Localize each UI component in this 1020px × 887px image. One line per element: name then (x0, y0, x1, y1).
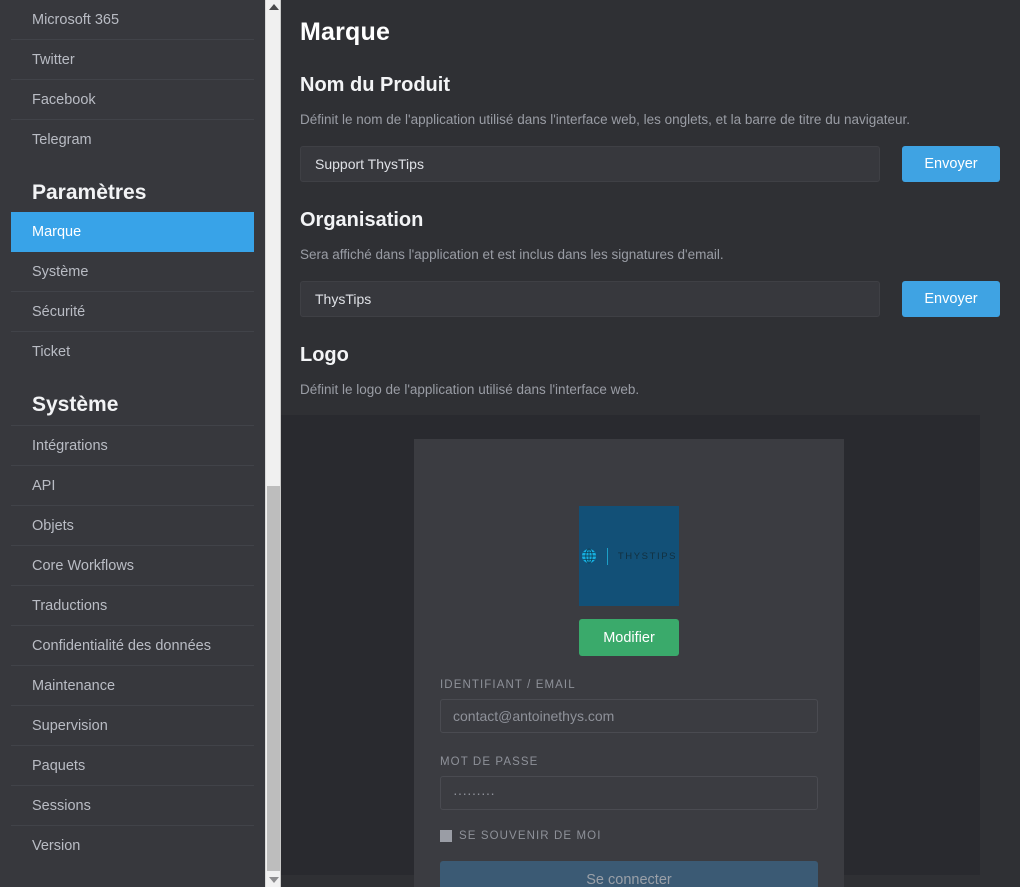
sidebar-item-label: Maintenance (32, 678, 116, 694)
sidebar-item-microsoft-365[interactable]: Microsoft 365 (11, 0, 254, 40)
sidebar-item-telegram[interactable]: Telegram (11, 120, 254, 160)
sidebar-item-sessions[interactable]: Sessions (11, 786, 254, 826)
identifier-input[interactable] (440, 699, 818, 733)
organisation-field-row: Envoyer (300, 281, 1000, 317)
product-name-submit-button[interactable]: Envoyer (902, 146, 1000, 182)
sidebar-item-label: API (32, 478, 56, 494)
organisation-input[interactable] (300, 281, 880, 317)
sidebar-heading-systeme: Système (11, 372, 254, 426)
sidebar-item-marque[interactable]: Marque (11, 212, 254, 252)
password-label: MOT DE PASSE (440, 756, 539, 768)
identifier-label: IDENTIFIANT / EMAIL (440, 679, 576, 691)
sidebar-item-core-workflows[interactable]: Core Workflows (11, 546, 254, 586)
sidebar-item-integrations[interactable]: Intégrations (11, 426, 254, 466)
sidebar-item-systeme[interactable]: Système (11, 252, 254, 292)
sidebar-item-paquets[interactable]: Paquets (11, 746, 254, 786)
sidebar-item-maintenance[interactable]: Maintenance (11, 666, 254, 706)
sidebar-item-label: Twitter (32, 52, 75, 68)
sidebar-item-label: Supervision (32, 718, 108, 734)
logo-inner: THYSTIPS (581, 547, 678, 565)
section-description-logo: Définit le logo de l'application utilisé… (300, 382, 640, 397)
sidebar-item-label: Sessions (32, 798, 91, 814)
sidebar-item-facebook[interactable]: Facebook (11, 80, 254, 120)
sidebar-item-supervision[interactable]: Supervision (11, 706, 254, 746)
sidebar-item-label: Paquets (32, 758, 86, 774)
page-title: Marque (300, 18, 391, 46)
main-content: Marque Nom du Produit Définit le nom de … (265, 0, 1020, 887)
sidebar-item-traductions[interactable]: Traductions (11, 586, 254, 626)
sidebar-item-label: Marque (32, 224, 82, 240)
product-name-input[interactable] (300, 146, 880, 182)
login-button[interactable]: Se connecter (440, 861, 818, 887)
sidebar-item-api[interactable]: API (11, 466, 254, 506)
sidebar-item-label: Microsoft 365 (32, 12, 120, 28)
logo-image: THYSTIPS (579, 506, 679, 606)
logo-preview-panel: THYSTIPS Modifier IDENTIFIANT / EMAIL MO… (280, 415, 980, 887)
product-name-field-row: Envoyer (300, 146, 1000, 182)
sidebar: Microsoft 365 Twitter Facebook Telegram … (0, 0, 265, 887)
logo-divider (606, 547, 608, 565)
sidebar-item-ticket[interactable]: Ticket (11, 332, 254, 372)
remember-me-row: SE SOUVENIR DE MOI (440, 830, 818, 842)
sidebar-item-version[interactable]: Version (11, 826, 254, 866)
remember-me-label: SE SOUVENIR DE MOI (459, 830, 602, 842)
settings-page: Microsoft 365 Twitter Facebook Telegram … (0, 0, 1020, 887)
triangle-up-icon[interactable] (266, 0, 282, 14)
sidebar-item-label: Telegram (32, 132, 92, 148)
organisation-submit-button[interactable]: Envoyer (902, 281, 1000, 317)
sidebar-scrollbar[interactable] (265, 0, 281, 887)
sidebar-item-securite[interactable]: Sécurité (11, 292, 254, 332)
sidebar-item-label: Traductions (32, 598, 108, 614)
sidebar-item-label: Version (32, 838, 81, 854)
sidebar-item-label: Confidentialité des données (32, 638, 211, 654)
logo-wordmark: THYSTIPS (617, 550, 678, 562)
sidebar-item-label: Sécurité (32, 304, 86, 320)
sidebar-item-label: Facebook (32, 92, 96, 108)
sidebar-item-label: Système (32, 264, 89, 280)
remember-me-checkbox[interactable] (440, 830, 452, 842)
globe-icon (581, 548, 596, 564)
modify-logo-button[interactable]: Modifier (579, 619, 679, 656)
password-input[interactable] (440, 776, 818, 810)
triangle-down-icon[interactable] (266, 873, 282, 887)
section-description-organisation: Sera affiché dans l'application et est i… (300, 247, 724, 262)
scrollbar-thumb[interactable] (267, 486, 280, 871)
sidebar-item-objets[interactable]: Objets (11, 506, 254, 546)
sidebar-item-label: Objets (32, 518, 74, 534)
sidebar-heading-parametres: Paramètres (32, 181, 147, 204)
login-preview-card: THYSTIPS Modifier IDENTIFIANT / EMAIL MO… (414, 439, 844, 887)
section-title-logo: Logo (300, 344, 349, 366)
sidebar-item-twitter[interactable]: Twitter (11, 40, 254, 80)
sidebar-item-label: Core Workflows (32, 558, 135, 574)
sidebar-item-confidentialite-des-donnees[interactable]: Confidentialité des données (11, 626, 254, 666)
sidebar-nav: Microsoft 365 Twitter Facebook Telegram … (0, 0, 265, 866)
section-description-product-name: Définit le nom de l'application utilisé … (300, 112, 911, 127)
sidebar-item-label: Intégrations (32, 438, 108, 454)
sidebar-item-label: Ticket (32, 344, 71, 360)
section-title-organisation: Organisation (300, 209, 424, 231)
section-title-product-name: Nom du Produit (300, 74, 450, 96)
